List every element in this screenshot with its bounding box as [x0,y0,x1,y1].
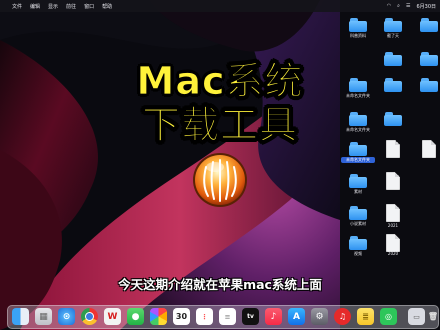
folder-icon[interactable] [420,18,438,32]
app-store-icon[interactable]: A [288,308,305,325]
folder-icon[interactable] [349,142,367,156]
desktop-icon-label: 2020 [387,251,399,256]
download-tool-app-icon[interactable] [191,151,249,209]
video-title: Mac系统 下载工具 [0,59,440,147]
wifi-icon[interactable]: ◠ [387,3,391,9]
folder-icon[interactable] [349,206,367,220]
trash-icon[interactable]: 🗑 [429,308,437,325]
system-preferences-icon[interactable]: ⚙ [311,308,328,325]
chrome-icon[interactable] [81,308,98,325]
window-thumbnail-icon[interactable]: ▭ [408,308,425,325]
desktop-icon-label: 科普资料 [350,33,366,38]
video-subtitle: 今天这期介绍就在苹果mac系统上面 [118,277,322,292]
dock: ▦ ⊙ W ● 30 ⋮ ≡ tv ♪ A ⚙ ♫ ≣ ◎ ▭ 🗑 [7,305,439,329]
menu-bar: 文件 编辑 显示 前往 窗口 帮助 ◠ ⌕ ☰ 6月30日 [0,0,440,12]
app-logo-icon [193,153,247,207]
notes-icon[interactable]: ≣ [357,308,374,325]
apple-tv-icon[interactable]: tv [242,308,259,325]
desktop-icon-label: 2021 [387,223,399,228]
title-line-2: 下载工具 [141,103,298,147]
finder-icon[interactable] [12,308,29,325]
wechat-icon[interactable]: ◎ [380,308,397,325]
desktop-icon-label-selected: 未命名文件夹 [341,157,375,163]
menu-item-file[interactable]: 文件 [12,3,22,10]
title-line-1: Mac系统 [136,59,304,103]
wps-icon[interactable]: W [104,308,121,325]
clock[interactable]: 6月30日 [416,3,436,10]
search-icon[interactable]: ⌕ [397,3,400,9]
menu-item-help[interactable]: 帮助 [102,3,112,10]
launchpad-icon[interactable]: ▦ [35,308,52,325]
netease-music-icon[interactable]: ♫ [334,308,351,325]
folder-icon[interactable] [349,18,367,32]
menu-item-window[interactable]: 窗口 [84,3,94,10]
desktop-icon-label: 素材 [354,189,362,194]
document-icon[interactable] [386,204,400,222]
document-icon[interactable] [386,172,400,190]
music-icon[interactable]: ♪ [265,308,282,325]
messages-icon[interactable]: ● [127,308,144,325]
document-icon[interactable] [386,234,400,252]
control-center-icon[interactable]: ☰ [406,3,410,9]
menu-item-edit[interactable]: 编辑 [30,3,40,10]
menu-item-view[interactable]: 显示 [48,3,58,10]
safari-icon[interactable]: ⊙ [58,308,75,325]
folder-icon[interactable] [384,18,402,32]
desktop-icon-label: 截了天 [387,33,399,38]
photos-icon[interactable] [150,308,167,325]
folder-icon[interactable] [349,236,367,250]
desktop-icon-label: 小说素材 [350,221,366,226]
menu-item-go[interactable]: 前往 [66,3,76,10]
reminders-icon[interactable]: ⋮ [196,308,213,325]
notes-small-icon[interactable]: ≡ [219,308,236,325]
desktop-icon-label: 视频 [354,251,362,256]
folder-icon[interactable] [349,174,367,188]
calendar-icon[interactable]: 30 [173,308,190,325]
